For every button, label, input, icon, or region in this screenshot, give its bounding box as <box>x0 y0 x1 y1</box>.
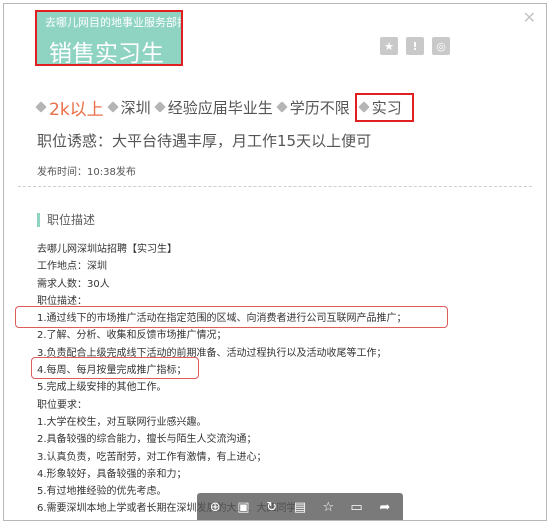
description-line: 去哪儿网深圳站招聘【实习生】 <box>37 244 177 255</box>
tag-salary: 2k以上 <box>35 95 104 120</box>
save-icon[interactable]: ▤ <box>291 499 309 517</box>
fit-screen-icon[interactable]: ▣ <box>234 499 252 517</box>
job-description: 去哪儿网深圳站招聘【实习生】 工作地点：深圳 需求人数：30人 职位描述： 1.… <box>37 241 507 518</box>
description-line: 工作地点：深圳 <box>37 261 107 273</box>
job-tags: 2k以上 深圳 经验应届毕业生 学历不限 实习 <box>35 92 419 122</box>
description-line: 4.形象较好，具备较强的亲和力； <box>37 468 187 480</box>
warning-icon[interactable]: ! <box>406 37 424 55</box>
job-temptation: 职位诱惑：大平台待遇丰厚，月工作15天以上便可 <box>37 132 372 150</box>
description-line: 职位要求： <box>37 399 87 411</box>
description-line: 2.了解、分析、收集和反馈市场推广情况； <box>37 330 227 342</box>
tag-icon <box>276 101 288 113</box>
description-line: 1.大学在校生，对互联网行业感兴趣。 <box>37 416 207 428</box>
divider <box>18 186 532 187</box>
tag-icon <box>154 101 166 113</box>
description-line: 5.完成上级安排的其他工作。 <box>37 382 167 394</box>
tag-experience: 经验应届毕业生 <box>154 97 273 118</box>
description-line: 2.具备较强的综合能力，擅长与陌生人交流沟通； <box>37 434 257 446</box>
tag-job-type: 实习 <box>354 92 414 122</box>
image-viewer-toolbar: ⊕ ▣ ↻ ▤ ☆ ▭ ➦ <box>197 493 403 520</box>
tag-icon <box>358 101 370 113</box>
rotate-icon[interactable]: ↻ <box>263 499 281 517</box>
wechat-icon[interactable]: ◎ <box>432 37 450 55</box>
tag-city: 深圳 <box>107 97 151 118</box>
star-icon[interactable]: ★ <box>380 37 398 55</box>
close-icon[interactable]: ✕ <box>523 10 536 26</box>
favorite-icon[interactable]: ☆ <box>319 499 337 517</box>
annotation-box <box>31 357 199 379</box>
tag-education: 学历不限 <box>276 97 350 118</box>
header-annotation-box <box>35 10 183 66</box>
zoom-in-icon[interactable]: ⊕ <box>206 499 224 517</box>
job-detail-window: ✕ 去哪儿网目的地事业服务部招聘 销售实习生 ★ ! ◎ 2k以上 深圳 经验应… <box>3 3 547 521</box>
section-title: 职位描述 <box>37 213 95 227</box>
description-line: 需求人数：30人 <box>37 278 110 290</box>
tag-icon <box>107 101 119 113</box>
tag-icon <box>35 101 47 113</box>
publish-time: 发布时间：10:38发布 <box>37 167 136 178</box>
action-buttons: ★ ! ◎ <box>380 37 450 55</box>
crop-icon[interactable]: ▭ <box>348 499 366 517</box>
annotation-box <box>15 306 448 328</box>
description-line: 3.认真负责，吃苦耐劳，对工作有激情，有上进心； <box>37 451 267 463</box>
share-out-icon[interactable]: ➦ <box>376 499 394 517</box>
